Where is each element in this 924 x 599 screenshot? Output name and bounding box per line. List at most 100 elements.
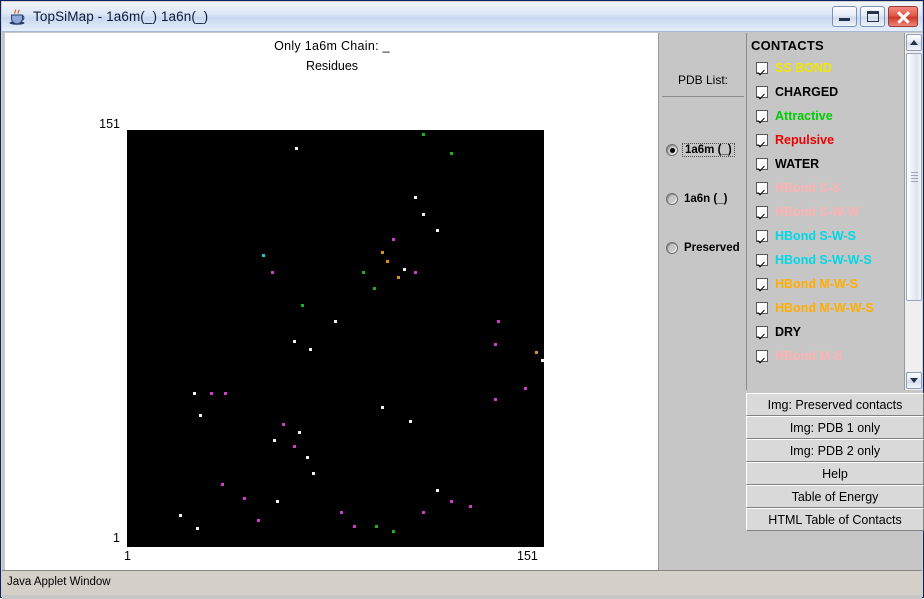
checkbox-icon[interactable] bbox=[756, 62, 768, 74]
checkbox-icon[interactable] bbox=[756, 230, 768, 242]
action-button-5[interactable]: Table of Energy bbox=[746, 485, 924, 508]
contact-point bbox=[273, 439, 277, 443]
contact-point bbox=[339, 510, 343, 514]
contact-point bbox=[209, 392, 213, 396]
contact-item-label: HBond S-W-S bbox=[775, 229, 856, 243]
contact-item-label: DRY bbox=[775, 325, 801, 339]
contact-point bbox=[334, 320, 337, 324]
contact-item-7[interactable]: HBond S-W-W bbox=[756, 203, 859, 221]
contact-point bbox=[372, 287, 376, 291]
contact-item-label: Repulsive bbox=[775, 133, 835, 147]
contact-item-label: CHARGED bbox=[775, 85, 839, 99]
checkbox-icon[interactable] bbox=[756, 182, 768, 194]
scroll-down-button[interactable] bbox=[906, 372, 922, 389]
contact-point bbox=[496, 320, 500, 324]
maximize-button[interactable] bbox=[860, 6, 885, 27]
close-button[interactable] bbox=[888, 6, 918, 27]
contact-item-10[interactable]: HBond M-W-S bbox=[756, 275, 858, 293]
pdb-radio-label: 1a6n (_) bbox=[684, 193, 728, 205]
action-button-1[interactable]: Img: Preserved contacts bbox=[746, 393, 924, 416]
contact-point bbox=[179, 513, 183, 517]
radio-button-icon bbox=[666, 144, 678, 156]
contact-item-6[interactable]: HBond S-S bbox=[756, 179, 840, 197]
contact-item-1[interactable]: SS BOND bbox=[756, 59, 832, 77]
contact-item-label: Attractive bbox=[775, 109, 833, 123]
y-axis-min-label: 1 bbox=[113, 531, 120, 545]
contact-map-panel: Only 1a6m Chain: _ Residues 151 1 1 151 bbox=[5, 33, 659, 576]
contact-point bbox=[386, 259, 390, 263]
checkbox-icon[interactable] bbox=[756, 254, 768, 266]
contact-point bbox=[436, 229, 440, 233]
contact-point bbox=[270, 270, 274, 274]
contact-point bbox=[276, 499, 280, 503]
map-title-line1: Only 1a6m Chain: _ bbox=[274, 39, 390, 53]
x-axis-max-label: 151 bbox=[517, 549, 538, 563]
contact-point bbox=[193, 392, 197, 396]
action-button-3[interactable]: Img: PDB 2 only bbox=[746, 439, 924, 462]
contact-map-plot[interactable] bbox=[127, 130, 544, 547]
contact-point bbox=[298, 430, 302, 434]
contacts-header: CONTACTS bbox=[751, 38, 824, 53]
contact-point bbox=[391, 530, 395, 534]
contact-point bbox=[262, 254, 266, 258]
checkbox-icon[interactable] bbox=[756, 134, 768, 146]
minimize-button[interactable] bbox=[832, 6, 857, 27]
contact-item-4[interactable]: Repulsive bbox=[756, 131, 834, 149]
radio-button-icon bbox=[666, 193, 678, 205]
checkbox-icon[interactable] bbox=[756, 350, 768, 362]
contact-point bbox=[309, 348, 313, 352]
checkbox-icon[interactable] bbox=[756, 110, 768, 122]
checkbox-icon[interactable] bbox=[756, 206, 768, 218]
checkbox-icon[interactable] bbox=[756, 158, 768, 170]
action-button-6[interactable]: HTML Table of Contacts bbox=[746, 508, 924, 531]
contact-item-label: HBond S-W-W-S bbox=[775, 253, 872, 267]
pdb-radio-2[interactable]: 1a6n (_) bbox=[666, 191, 727, 207]
contact-point bbox=[494, 397, 498, 401]
status-text: Java Applet Window bbox=[7, 576, 111, 588]
maximize-icon bbox=[867, 11, 879, 22]
contact-point bbox=[281, 422, 285, 426]
contact-point bbox=[380, 251, 384, 255]
pdb-radio-3[interactable]: Preserved bbox=[666, 240, 740, 256]
contact-point bbox=[469, 505, 473, 509]
checkbox-icon[interactable] bbox=[756, 278, 768, 290]
contact-item-11[interactable]: HBond M-W-W-S bbox=[756, 299, 874, 317]
contact-point bbox=[292, 444, 296, 448]
pdb-list-panel: PDB List: 1a6m (_) 1a6n (_) Preserved bbox=[660, 33, 746, 576]
contact-point bbox=[295, 146, 299, 150]
minimize-icon bbox=[839, 18, 850, 21]
contact-item-2[interactable]: CHARGED bbox=[756, 83, 838, 101]
contact-point bbox=[524, 386, 528, 390]
checkbox-icon[interactable] bbox=[756, 302, 768, 314]
contact-item-label: WATER bbox=[775, 157, 820, 171]
scroll-up-button[interactable] bbox=[906, 34, 922, 51]
contact-point bbox=[414, 270, 418, 274]
checkbox-icon[interactable] bbox=[756, 86, 768, 98]
contact-item-8[interactable]: HBond S-W-S bbox=[756, 227, 856, 245]
contact-point bbox=[300, 303, 304, 307]
contact-point bbox=[414, 196, 418, 200]
contact-item-label: HBond M-W-S bbox=[775, 277, 859, 291]
contact-item-label: HBond M-S bbox=[775, 349, 843, 363]
window-controls bbox=[832, 6, 918, 27]
contact-point bbox=[449, 152, 453, 156]
contact-point bbox=[408, 419, 412, 423]
contact-item-13[interactable]: HBond M-S bbox=[756, 347, 842, 365]
contact-item-3[interactable]: Attractive bbox=[756, 107, 833, 125]
contact-point bbox=[391, 237, 395, 241]
checkbox-icon[interactable] bbox=[756, 326, 768, 338]
action-button-4[interactable]: Help bbox=[746, 462, 924, 485]
contact-point bbox=[541, 359, 544, 363]
contact-item-12[interactable]: DRY bbox=[756, 323, 801, 341]
action-button-2[interactable]: Img: PDB 1 only bbox=[746, 416, 924, 439]
contacts-scrollbar[interactable] bbox=[904, 33, 922, 390]
contact-item-5[interactable]: WATER bbox=[756, 155, 819, 173]
contact-point bbox=[242, 497, 246, 501]
contact-point bbox=[220, 483, 224, 487]
contact-point bbox=[436, 488, 440, 492]
scrollbar-thumb[interactable] bbox=[906, 53, 922, 301]
java-coffee-cup-icon bbox=[8, 7, 28, 27]
contact-point bbox=[449, 499, 453, 503]
pdb-radio-1[interactable]: 1a6m (_) bbox=[666, 142, 735, 158]
contact-item-9[interactable]: HBond S-W-W-S bbox=[756, 251, 872, 269]
